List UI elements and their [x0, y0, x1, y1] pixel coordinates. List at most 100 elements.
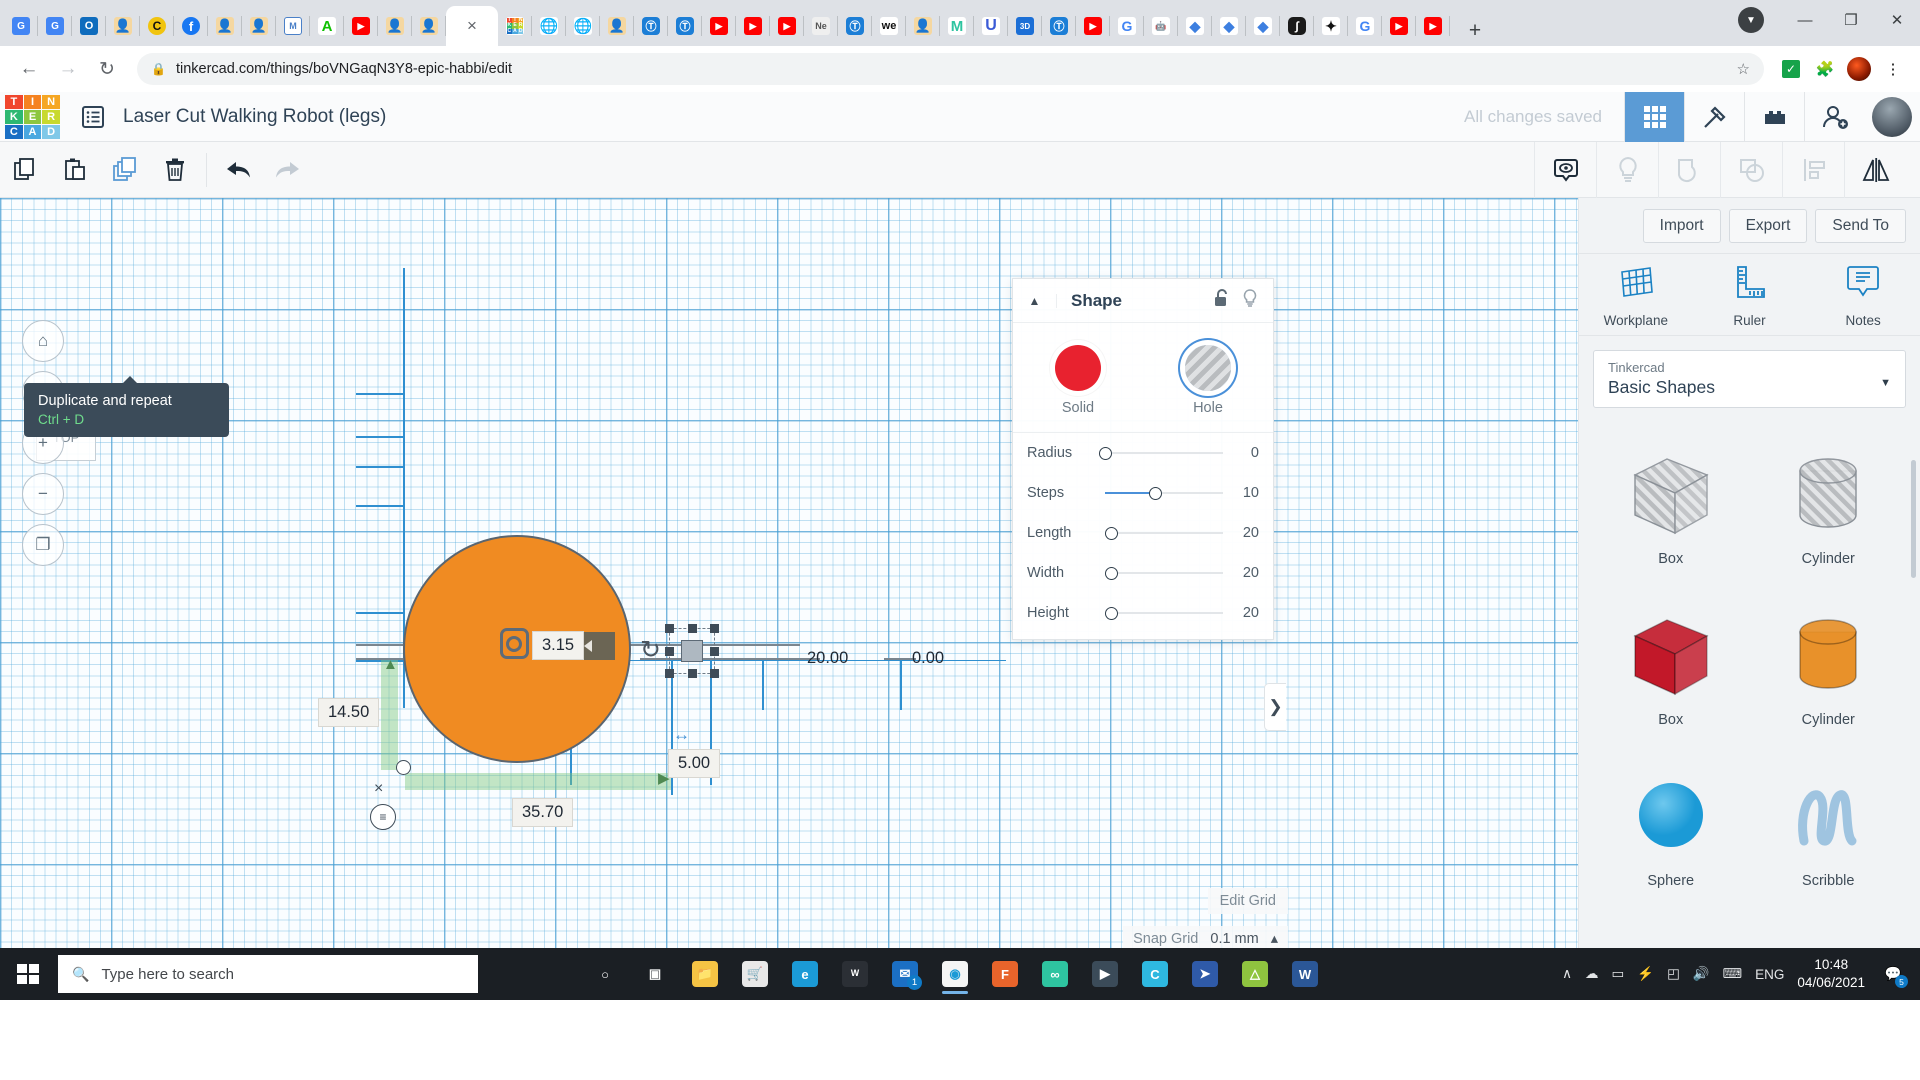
browser-tab[interactable]: Ⓣ: [668, 6, 702, 46]
infinity-icon[interactable]: ∞: [1033, 952, 1077, 996]
browser-tab[interactable]: ▶: [344, 6, 378, 46]
shape-scribble[interactable]: Scribble: [1753, 750, 1905, 905]
toggle-ortho-button[interactable]: ❐: [22, 524, 64, 566]
home-view-button[interactable]: ⌂: [22, 320, 64, 362]
volume-icon[interactable]: 🔊: [1693, 966, 1710, 982]
light-button[interactable]: [1596, 142, 1658, 198]
x-offset-label[interactable]: 20.00: [798, 645, 857, 672]
resize-arrow-icon[interactable]: ↔: [673, 725, 688, 745]
shape-box-solid[interactable]: Box: [1595, 589, 1747, 744]
cortana-icon[interactable]: ○: [583, 952, 627, 996]
browser-tab[interactable]: C: [140, 6, 174, 46]
keyboard-icon[interactable]: ⌨: [1723, 966, 1743, 982]
avatar[interactable]: [1872, 97, 1912, 137]
browser-tab[interactable]: O: [72, 6, 106, 46]
search-input[interactable]: 🔍 Type here to search: [58, 955, 478, 993]
width-value[interactable]: 20: [1223, 565, 1259, 581]
browser-tab[interactable]: 👤: [242, 6, 276, 46]
y-offset-label[interactable]: 0.00: [903, 645, 953, 672]
browser-tab[interactable]: TINKERCAD: [498, 6, 532, 46]
panel-expand-button[interactable]: ❯: [1264, 683, 1286, 731]
radius-slider[interactable]: [1105, 445, 1223, 461]
bore-diameter-label[interactable]: 3.15: [532, 631, 584, 660]
close-tab-icon[interactable]: ×: [467, 16, 477, 36]
browser-tab[interactable]: ∫: [1280, 6, 1314, 46]
shape-cylinder-hole[interactable]: Cylinder: [1753, 428, 1905, 583]
avatar[interactable]: [1844, 54, 1874, 84]
chevron-down-icon[interactable]: ▼: [1880, 377, 1891, 389]
export-button[interactable]: Export: [1729, 209, 1808, 243]
usb-icon[interactable]: ⚡: [1637, 966, 1654, 982]
bookmark-star-icon[interactable]: ☆: [1737, 60, 1750, 78]
radius-value[interactable]: 0: [1223, 445, 1259, 461]
browser-tab[interactable]: G: [1110, 6, 1144, 46]
close-window-button[interactable]: ✕: [1874, 0, 1920, 40]
browser-tab[interactable]: G: [38, 6, 72, 46]
notes-tool[interactable]: Notes: [1818, 262, 1908, 328]
redo-button[interactable]: [263, 142, 313, 198]
browser-tab[interactable]: ▶: [1076, 6, 1110, 46]
browser-tab[interactable]: G: [4, 6, 38, 46]
browser-tab[interactable]: 3D: [1008, 6, 1042, 46]
chrome-menu-icon[interactable]: ⋮: [1878, 54, 1908, 84]
meet-icon[interactable]: ▭: [1612, 966, 1625, 982]
browser-tab[interactable]: we: [872, 6, 906, 46]
send-to-button[interactable]: Send To: [1815, 209, 1906, 243]
group-button[interactable]: [1658, 142, 1720, 198]
delta-icon[interactable]: △: [1233, 952, 1277, 996]
browser-tab[interactable]: U: [974, 6, 1008, 46]
maximize-button[interactable]: ❐: [1828, 0, 1874, 40]
browser-tab[interactable]: ◆: [1212, 6, 1246, 46]
height-slider[interactable]: [1105, 605, 1223, 621]
shape-library-selector[interactable]: Tinkercad Basic Shapes ▼: [1593, 350, 1906, 408]
address-bar[interactable]: 🔒 tinkercad.com/things/boVNGaqN3Y8-epic-…: [137, 53, 1764, 85]
import-button[interactable]: Import: [1643, 209, 1721, 243]
browser-tab[interactable]: Ⓣ: [838, 6, 872, 46]
browser-tab[interactable]: ✦: [1314, 6, 1348, 46]
tray-caret-icon[interactable]: ∧: [1562, 966, 1572, 982]
browser-tab[interactable]: 👤: [106, 6, 140, 46]
word-icon[interactable]: W: [1283, 952, 1327, 996]
checkmark-extension-icon[interactable]: ✓: [1776, 54, 1806, 84]
invite-people-button[interactable]: [1804, 92, 1864, 142]
browser-tab[interactable]: Ⓣ: [1042, 6, 1076, 46]
fusion360-icon[interactable]: F: [983, 952, 1027, 996]
solid-mode[interactable]: Solid: [1036, 345, 1120, 416]
undo-button[interactable]: [213, 142, 263, 198]
selected-shape[interactable]: [681, 640, 703, 662]
clock[interactable]: 10:48 04/06/2021: [1797, 956, 1865, 992]
notifications-icon[interactable]: 💬 5: [1878, 959, 1908, 989]
browser-tab[interactable]: 🌐: [566, 6, 600, 46]
browser-tab[interactable]: M: [276, 6, 310, 46]
horizontal-distance-label[interactable]: 35.70: [512, 798, 573, 827]
origin-handle[interactable]: [396, 760, 411, 775]
ruler-menu-button[interactable]: ≡: [370, 804, 396, 830]
language-indicator[interactable]: ENG: [1755, 967, 1784, 982]
grid-view-button[interactable]: [1624, 92, 1684, 142]
task-view-icon[interactable]: ▣: [633, 952, 677, 996]
shape-box-hole[interactable]: Box: [1595, 428, 1747, 583]
collapse-caret-icon[interactable]: ▲: [1013, 294, 1057, 308]
profile-chip-icon[interactable]: ▼: [1738, 7, 1764, 33]
chrome-icon[interactable]: ◉: [933, 952, 977, 996]
paste-button[interactable]: [50, 142, 100, 198]
browser-tab[interactable]: ▶: [1382, 6, 1416, 46]
bricks-button[interactable]: [1744, 92, 1804, 142]
length-slider[interactable]: [1105, 525, 1223, 541]
project-menu-icon[interactable]: [78, 102, 108, 132]
mail-icon[interactable]: ✉1: [883, 952, 927, 996]
width-label[interactable]: 5.00: [668, 749, 720, 778]
ruler-tool[interactable]: Ruler: [1704, 262, 1794, 328]
browser-tab[interactable]: ▶: [1416, 6, 1450, 46]
copy-button[interactable]: [0, 142, 50, 198]
browser-tab[interactable]: 🤖: [1144, 6, 1178, 46]
hole-mode[interactable]: Hole: [1166, 345, 1250, 416]
horizontal-measure-band[interactable]: [405, 773, 671, 790]
browser-tab[interactable]: ▶: [736, 6, 770, 46]
browser-tab[interactable]: ▶: [702, 6, 736, 46]
arrow-app-icon[interactable]: ➤: [1183, 952, 1227, 996]
start-button[interactable]: [0, 948, 56, 1000]
vertical-measure-band[interactable]: [381, 658, 398, 770]
browser-tab[interactable]: 👤: [378, 6, 412, 46]
edge-icon[interactable]: e: [783, 952, 827, 996]
